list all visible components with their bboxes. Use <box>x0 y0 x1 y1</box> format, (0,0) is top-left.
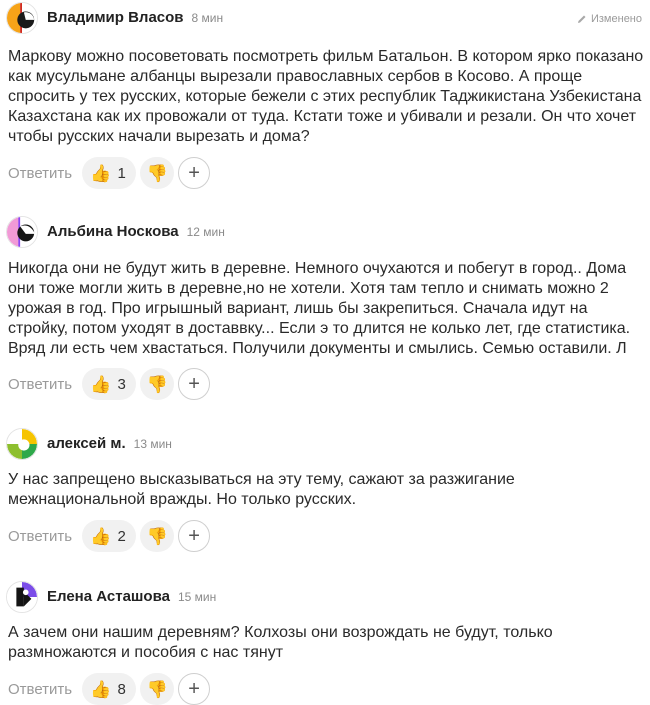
author-name[interactable]: алексей м. 13 мин <box>47 435 172 452</box>
comment-header: Альбина Носкова 12 мин <box>6 216 646 252</box>
author-name[interactable]: Владимир Власов 8 мин <box>47 9 223 26</box>
comment-time: 15 мин <box>177 590 217 604</box>
plus-icon: + <box>188 525 200 547</box>
comment-text: А зачем они нашим деревням? Колхозы они … <box>8 624 553 661</box>
like-button[interactable]: 👍 2 <box>82 520 137 552</box>
reply-button[interactable]: Ответить <box>8 376 72 393</box>
author-name-text: алексей м. <box>47 435 126 452</box>
comment-text: Никогда они не будут жить в деревне. Нем… <box>8 260 631 357</box>
comment: Владимир Власов 8 мин Изменено Маркову мо… <box>0 2 650 192</box>
comment-actions: Ответить 👍 1 👎 + <box>8 157 211 189</box>
avatar[interactable] <box>6 581 38 613</box>
add-reaction-button[interactable]: + <box>178 673 211 705</box>
comment: Елена Асташова 15 мин А зачем они нашим д… <box>0 581 650 705</box>
avatar-image <box>7 3 37 33</box>
thumbs-up-icon: 👍 <box>90 163 112 183</box>
thumbs-down-icon: 👎 <box>146 163 168 183</box>
thumbs-down-icon: 👎 <box>146 374 168 394</box>
plus-icon: + <box>188 373 200 395</box>
pencil-icon <box>577 15 586 23</box>
add-reaction-button[interactable]: + <box>178 157 211 189</box>
reply-button[interactable]: Ответить <box>8 165 72 182</box>
like-count: 2 <box>117 527 126 545</box>
comment-text: Маркову можно посоветовать посмотреть фи… <box>8 48 644 145</box>
thumbs-up-icon: 👍 <box>90 526 112 546</box>
comment-text: У нас запрещено высказываться на эту тем… <box>8 471 515 508</box>
edited-text: Изменено <box>590 13 642 25</box>
dislike-button[interactable]: 👎 <box>140 520 175 552</box>
thumbs-up-icon: 👍 <box>90 374 112 394</box>
like-button[interactable]: 👍 3 <box>82 368 137 400</box>
avatar-image <box>7 429 37 459</box>
author-name[interactable]: Елена Асташова 15 мин <box>47 588 216 605</box>
dislike-button[interactable]: 👎 <box>140 368 175 400</box>
like-count: 8 <box>117 680 126 698</box>
add-reaction-button[interactable]: + <box>178 368 211 400</box>
comment-actions: Ответить 👍 2 👎 + <box>8 520 211 552</box>
avatar[interactable] <box>6 216 38 248</box>
avatar[interactable] <box>6 2 38 34</box>
comment-time: 12 мин <box>186 225 225 239</box>
plus-icon: + <box>188 678 200 700</box>
comment-actions: Ответить 👍 8 👎 + <box>8 673 211 705</box>
thumbs-down-icon: 👎 <box>146 679 168 699</box>
comment-time: 13 мин <box>133 437 172 451</box>
comment-time: 8 мин <box>191 11 224 25</box>
author-name-text: Альбина Носкова <box>47 223 179 240</box>
thumbs-up-icon: 👍 <box>90 679 112 699</box>
avatar[interactable] <box>6 428 38 460</box>
reply-button[interactable]: Ответить <box>8 528 72 545</box>
edited-label: Изменено <box>577 13 642 25</box>
author-name-text: Владимир Власов <box>47 9 184 26</box>
comment-header: алексей м. 13 мин <box>6 428 646 464</box>
avatar-image <box>7 217 37 247</box>
dislike-button[interactable]: 👎 <box>140 673 175 705</box>
like-button[interactable]: 👍 8 <box>82 673 137 705</box>
reply-button[interactable]: Ответить <box>8 681 72 698</box>
plus-icon: + <box>188 162 200 184</box>
comment-header: Елена Асташова 15 мин <box>6 581 646 617</box>
like-button[interactable]: 👍 1 <box>82 157 137 189</box>
add-reaction-button[interactable]: + <box>178 520 211 552</box>
like-count: 1 <box>117 164 126 182</box>
dislike-button[interactable]: 👎 <box>140 157 175 189</box>
author-name-text: Елена Асташова <box>47 588 170 605</box>
author-name[interactable]: Альбина Носкова 12 мин <box>47 223 225 240</box>
comment: Альбина Носкова 12 мин Никогда они не буд… <box>0 216 650 406</box>
comment: алексей м. 13 мин У нас запрещено высказы… <box>0 428 650 568</box>
thumbs-down-icon: 👎 <box>146 526 168 546</box>
comment-header: Владимир Власов 8 мин Изменено <box>6 2 646 38</box>
like-count: 3 <box>117 375 126 393</box>
avatar-image <box>7 582 37 612</box>
comment-actions: Ответить 👍 3 👎 + <box>8 368 211 400</box>
